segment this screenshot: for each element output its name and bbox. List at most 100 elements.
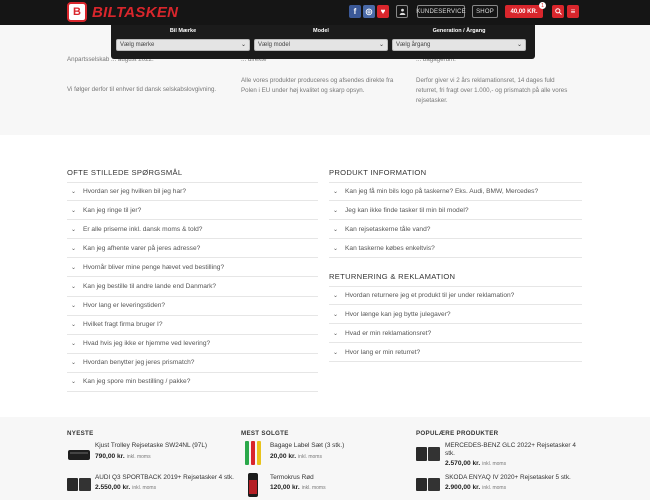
faq-question: Hvad hvis jeg ikke er hjemme ved leverin… xyxy=(83,340,211,348)
generation-select-value: Vælg årgang xyxy=(396,42,431,48)
faq-item[interactable]: ⌄ Hvornår bliver mine penge hævet ved bes… xyxy=(67,258,318,278)
search-icon[interactable] xyxy=(552,5,564,18)
chevron-down-icon: ⌄ xyxy=(71,379,77,386)
faq-question: Kan jeg afhente varer på jeres adresse? xyxy=(83,244,201,252)
faq-question: Hvor lang er min returret? xyxy=(345,348,421,356)
product-price: 2.570,00 kr. inkl. moms xyxy=(445,460,506,467)
faq-item[interactable]: ⌄ Kan jeg få min bils logo på taskerne? E… xyxy=(329,182,582,202)
about-text-production: Alle vores produkter produceres og afsen… xyxy=(241,77,394,94)
facebook-icon[interactable]: f xyxy=(349,5,361,18)
faq-question: Hvad er min reklamationsret? xyxy=(345,329,432,337)
faq-question: Hvilket fragt firma bruger I? xyxy=(83,321,163,329)
chevron-down-icon: ⌄ xyxy=(333,311,339,318)
product-name[interactable]: MERCEDES-BENZ GLC 2022+ Rejsetasker 4 st… xyxy=(445,442,585,458)
product-thumb-skoda[interactable] xyxy=(416,474,440,494)
chevron-down-icon: ⌄ xyxy=(333,207,339,214)
faq-product-title: PRODUKT INFORMATION xyxy=(329,168,427,177)
faq-item[interactable]: ⌄ Hvilket fragt firma bruger I? xyxy=(67,316,318,335)
model-select[interactable]: Vælg model ⌄ xyxy=(254,39,388,51)
user-icon[interactable] xyxy=(396,5,408,18)
faq-item[interactable]: ⌄ Er alle priserne inkl. dansk moms & tol… xyxy=(67,220,318,240)
heart-icon[interactable]: ♥ xyxy=(377,5,389,18)
faq-item[interactable]: ⌄ Hvordan returnere jeg et produkt til je… xyxy=(329,286,582,306)
product-name[interactable]: Termokrus Rød xyxy=(270,474,410,482)
site-header: B BILTASKEN f ◎ ♥ KUNDESERVICE SHOP 40,0… xyxy=(0,0,650,25)
faq-item[interactable]: ⌄ Hvor lang er leveringstiden? xyxy=(67,297,318,316)
faq-item[interactable]: ⌄ Kan jeg afhente varer på jeres adresse? xyxy=(67,239,318,259)
chevron-down-icon: ⌄ xyxy=(71,207,77,214)
faq-question: Hvordan ser jeg hvilken bil jeg har? xyxy=(83,188,186,196)
price-value: 2.550,00 kr. xyxy=(95,484,131,491)
price-value: 790,00 kr. xyxy=(95,453,125,460)
chevron-down-icon: ⌄ xyxy=(333,349,339,356)
faq-general-title: OFTE STILLEDE SPØRGSMÅL xyxy=(67,168,183,177)
product-thumb-mercedes[interactable] xyxy=(416,444,440,464)
chevron-down-icon: ⌄ xyxy=(333,293,339,300)
faq-item[interactable]: ⌄ Hvordan ser jeg hvilken bil jeg har? xyxy=(67,182,318,202)
chevron-down-icon: ⌄ xyxy=(71,341,77,348)
chevron-down-icon: ⌄ xyxy=(71,303,77,310)
faq-item[interactable]: ⌄ Kan jeg bestille til andre lande end Da… xyxy=(67,277,318,297)
product-name[interactable]: Bagage Label Sæt (3 stk.) xyxy=(270,442,410,450)
chevron-down-icon: ⌄ xyxy=(71,245,77,252)
cart-button[interactable]: 40,00 KR. xyxy=(505,5,543,18)
faq-question: Kan jeg spore min bestilling / pakke? xyxy=(83,378,191,386)
product-thumb-thermos[interactable] xyxy=(241,472,265,498)
vat-note: inkl. moms xyxy=(132,485,157,491)
faq-item[interactable]: ⌄ Hvor lang er min returret? xyxy=(329,343,582,363)
faq-item[interactable]: ⌄ Hvor længe kan jeg bytte julegaver? xyxy=(329,305,582,325)
faq-item[interactable]: ⌄ Kan rejsetaskerne tåle vand? xyxy=(329,220,582,240)
model-select-group: Model Vælg model ⌄ xyxy=(254,28,388,51)
product-name[interactable]: SKODA ENYAQ IV 2020+ Rejsetasker 5 stk. xyxy=(445,474,585,482)
generation-select-label: Generation / Årgang xyxy=(432,28,486,34)
product-name[interactable]: Kjust Trolley Rejsetaske SW24NL (97L) xyxy=(95,442,235,450)
about-text-law: Vi følger derfor til enhver tid dansk se… xyxy=(67,86,217,93)
faq-question: Jeg kan ikke finde tasker til min bil mo… xyxy=(345,206,469,214)
menu-icon[interactable]: ≡ xyxy=(567,5,579,18)
chevron-down-icon: ⌄ xyxy=(333,245,339,252)
chevron-down-icon: ⌄ xyxy=(71,264,77,271)
faq-returns-list: ⌄ Hvordan returnere jeg et produkt til je… xyxy=(329,286,582,363)
product-price: 790,00 kr. inkl. moms xyxy=(95,453,151,460)
faq-question: Kan jeg bestille til andre lande end Dan… xyxy=(83,283,217,291)
product-thumb-labels[interactable] xyxy=(241,440,265,466)
logo-glyph: B xyxy=(73,5,81,18)
product-price: 2.550,00 kr. inkl. moms xyxy=(95,484,156,491)
chevron-down-icon: ⌄ xyxy=(333,189,339,196)
faq-question: Hvordan benytter jeg jeres prismatch? xyxy=(83,359,195,367)
generation-select[interactable]: Vælg årgang ⌄ xyxy=(392,39,526,51)
faq-question: Kan rejsetaskerne tåle vand? xyxy=(345,225,431,233)
faq-item[interactable]: ⌄ Jeg kan ikke finde tasker til min bil m… xyxy=(329,201,582,221)
shop-button[interactable]: SHOP xyxy=(472,5,498,18)
user-glyph xyxy=(399,8,405,15)
faq-question: Kan jeg ringe til jer? xyxy=(83,206,142,214)
vat-note: inkl. moms xyxy=(482,461,507,467)
popular-title: POPULÆRE PRODUKTER xyxy=(416,430,499,437)
faq-general-list: ⌄ Hvordan ser jeg hvilken bil jeg har? ⌄ Ka… xyxy=(67,182,318,393)
faq-question: Hvor lang er leveringstiden? xyxy=(83,302,166,310)
product-name[interactable]: AUDI Q3 SPORTBACK 2019+ Rejsetasker 4 st… xyxy=(95,474,235,482)
site-logo[interactable]: B BILTASKEN xyxy=(67,2,178,22)
chevron-down-icon: ⌄ xyxy=(333,330,339,337)
faq-item[interactable]: ⌄ Hvad hvis jeg ikke er hjemme ved leveri… xyxy=(67,335,318,354)
faq-returns-title: RETURNERING & REKLAMATION xyxy=(329,272,456,281)
chevron-down-icon: ⌄ xyxy=(71,360,77,367)
faq-item[interactable]: ⌄ Kan jeg ringe til jer? xyxy=(67,201,318,221)
faq-item[interactable]: ⌄ Hvordan benytter jeg jeres prismatch? xyxy=(67,354,318,373)
faq-question: Hvornår bliver mine penge hævet ved best… xyxy=(83,263,225,271)
faq-item[interactable]: ⌄ Hvad er min reklamationsret? xyxy=(329,324,582,344)
product-price: 2.900,00 kr. inkl. moms xyxy=(445,484,506,491)
faq-question: Hvor længe kan jeg bytte julegaver? xyxy=(345,310,451,318)
price-value: 2.900,00 kr. xyxy=(445,484,481,491)
instagram-icon[interactable]: ◎ xyxy=(363,5,375,18)
search-glyph xyxy=(554,8,562,15)
product-thumb-trolley[interactable] xyxy=(67,444,91,464)
kundeservice-button[interactable]: KUNDESERVICE xyxy=(416,5,466,18)
faq-item[interactable]: ⌄ Kan taskerne købes enkeltvis? xyxy=(329,239,582,259)
faq-item[interactable]: ⌄ Kan jeg spore min bestilling / pakke? xyxy=(67,373,318,393)
faq-question: Kan taskerne købes enkeltvis? xyxy=(345,244,435,252)
brand-select[interactable]: Vælg mærke ⌄ xyxy=(116,39,250,51)
price-value: 20,00 kr. xyxy=(270,453,297,460)
brand-select-group: Bil Mærke Vælg mærke ⌄ xyxy=(116,28,250,51)
product-thumb-audi[interactable] xyxy=(67,474,91,494)
